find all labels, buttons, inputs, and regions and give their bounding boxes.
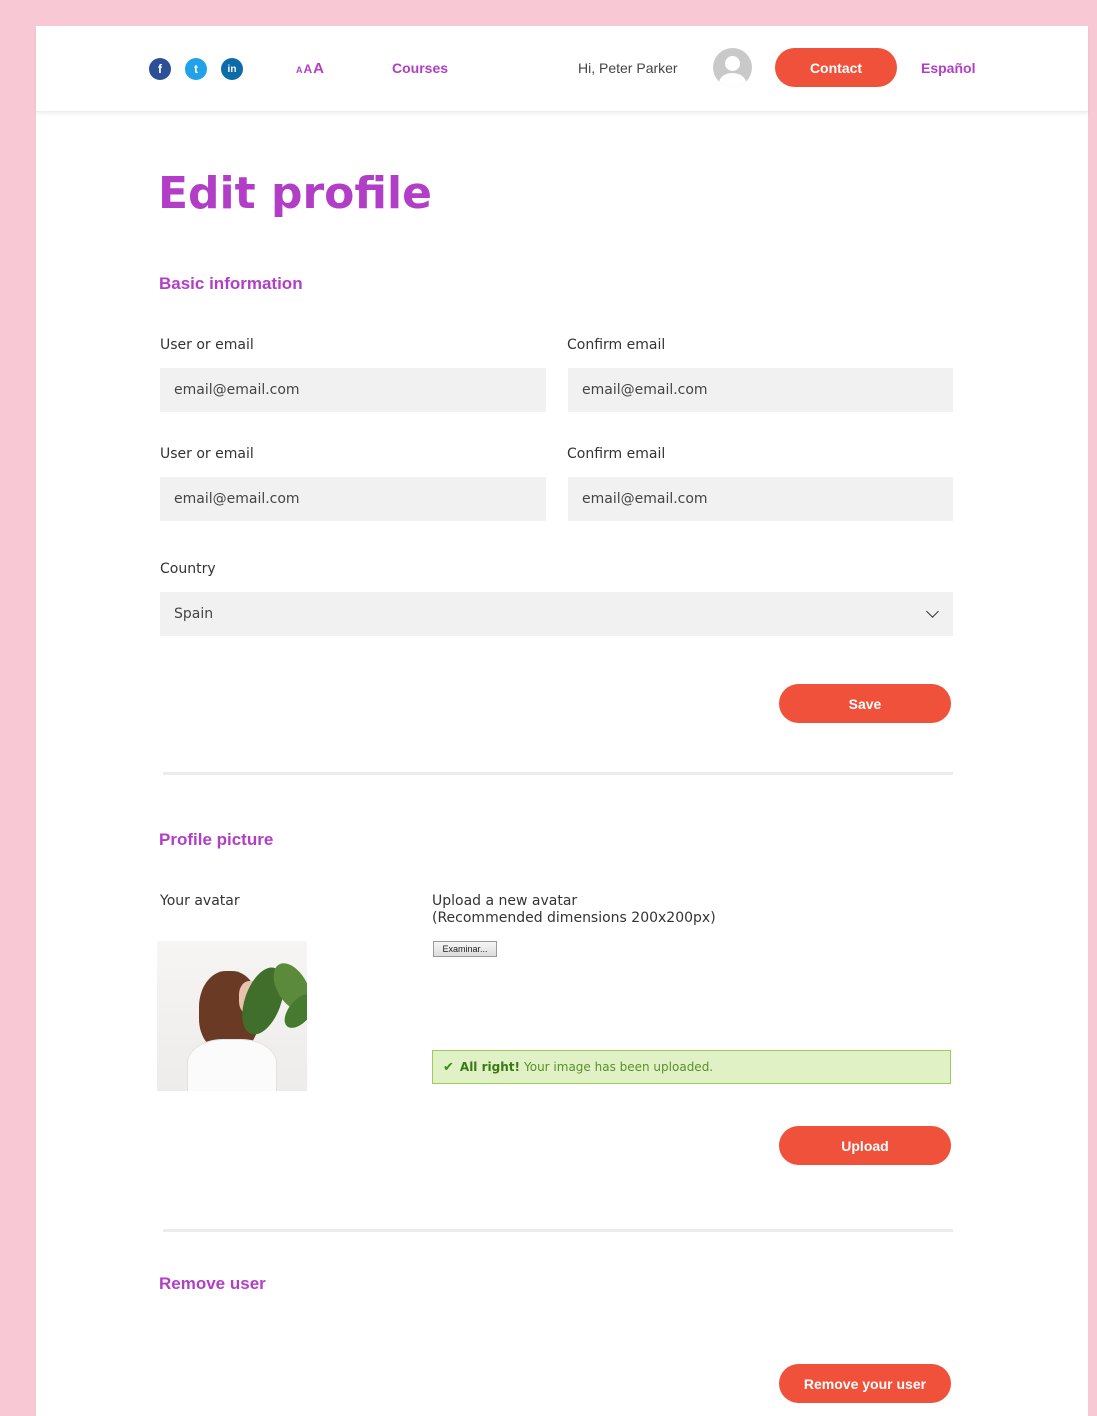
chevron-down-icon <box>926 605 939 618</box>
upload-button[interactable]: Upload <box>779 1126 951 1165</box>
user-email-label-2: User or email <box>160 446 254 462</box>
upload-instructions-dimensions: (Recommended dimensions 200x200px) <box>432 910 716 926</box>
twitter-icon[interactable]: t <box>185 58 207 80</box>
user-email-field-2[interactable]: email@email.com <box>160 477 546 521</box>
font-size-medium[interactable]: A <box>304 62 313 76</box>
user-avatar[interactable] <box>713 48 752 87</box>
browse-file-button[interactable]: Examinar... <box>433 941 497 957</box>
user-email-label: User or email <box>160 337 254 353</box>
facebook-icon[interactable]: f <box>149 58 171 80</box>
section-basic-information: Basic information <box>159 274 303 293</box>
upload-instructions-title: Upload a new avatar <box>432 893 578 909</box>
country-select[interactable]: Spain <box>160 592 953 636</box>
page-title: Edit profile <box>158 168 432 219</box>
section-remove-user: Remove user <box>159 1274 266 1293</box>
contact-button[interactable]: Contact <box>775 48 897 87</box>
photo-shirt <box>187 1039 277 1091</box>
check-icon: ✔ <box>443 1059 454 1075</box>
user-email-field[interactable]: email@email.com <box>160 368 546 412</box>
upload-success-message: ✔ All right! Your image has been uploade… <box>432 1050 951 1084</box>
success-strong: All right! <box>459 1060 520 1074</box>
country-label: Country <box>160 561 216 577</box>
avatar-body-icon <box>719 73 746 87</box>
success-text: Your image has been uploaded. <box>523 1060 714 1074</box>
confirm-email-field[interactable]: email@email.com <box>568 368 953 412</box>
font-size-controls: AAA <box>296 60 325 78</box>
font-size-large[interactable]: A <box>313 60 324 77</box>
user-greeting: Hi, Peter Parker <box>578 60 678 76</box>
confirm-email-label-2: Confirm email <box>567 446 666 462</box>
country-value: Spain <box>174 606 214 622</box>
divider <box>163 772 953 775</box>
save-button[interactable]: Save <box>779 684 951 723</box>
section-profile-picture: Profile picture <box>159 830 274 849</box>
language-switch[interactable]: Español <box>921 60 975 76</box>
your-avatar-label: Your avatar <box>160 893 240 909</box>
linkedin-icon[interactable]: in <box>221 58 243 80</box>
top-header: f t in AAA Courses Hi, Peter Parker Cont… <box>36 26 1088 112</box>
confirm-email-field-2[interactable]: email@email.com <box>568 477 953 521</box>
confirm-email-label: Confirm email <box>567 337 666 353</box>
nav-courses[interactable]: Courses <box>392 60 448 76</box>
avatar-image <box>157 941 307 1091</box>
page-card: f t in AAA Courses Hi, Peter Parker Cont… <box>36 26 1088 1416</box>
divider <box>163 1229 953 1232</box>
avatar-head-icon <box>725 56 740 71</box>
remove-user-button[interactable]: Remove your user <box>779 1364 951 1403</box>
font-size-small[interactable]: A <box>296 65 303 75</box>
